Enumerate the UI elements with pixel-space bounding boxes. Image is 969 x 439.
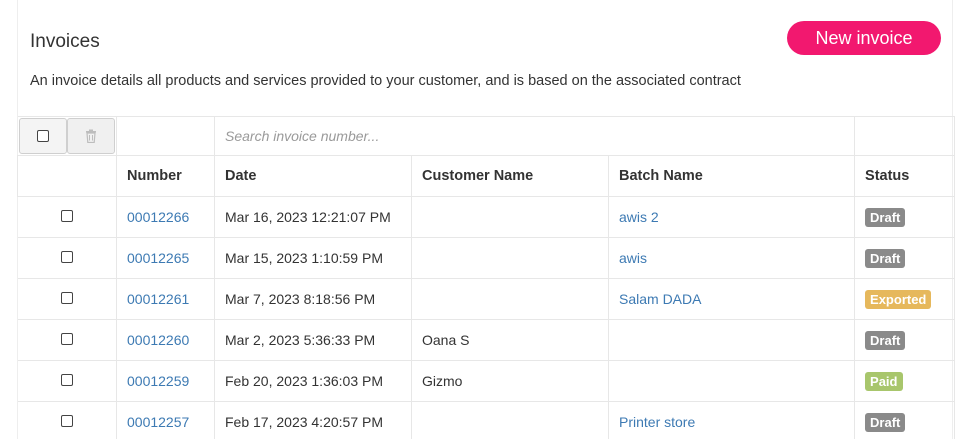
invoice-number-link[interactable]: 00012257: [127, 414, 189, 430]
page-description: An invoice details all products and serv…: [30, 73, 741, 89]
table-row[interactable]: 00012266 Mar 16, 2023 12:21:07 PM awis 2 Dr…: [17, 196, 956, 238]
batch-cell: awis: [607, 237, 856, 279]
status-cell: Paid: [854, 360, 956, 402]
table-row[interactable]: 00012257 Feb 17, 2023 4:20:57 PM Printer s…: [17, 401, 956, 439]
customer-cell: Gizmo: [411, 360, 609, 402]
row-checkbox[interactable]: [60, 292, 73, 304]
date-cell: Feb 17, 2023 4:20:57 PM: [214, 401, 412, 439]
date-cell: Feb 20, 2023 1:36:03 PM: [214, 360, 412, 402]
customer-cell: Oana S: [411, 319, 609, 361]
batch-cell: [607, 319, 856, 361]
header-number[interactable]: Number: [116, 155, 215, 197]
table-row[interactable]: 00012260 Mar 2, 2023 5:36:33 PM Oana S Draf…: [17, 319, 956, 361]
batch-cell: awis 2: [607, 196, 856, 238]
row-checkbox[interactable]: [60, 210, 73, 222]
date-cell: Mar 16, 2023 12:21:07 PM: [214, 196, 412, 238]
header-customer[interactable]: Customer Name: [411, 155, 609, 197]
page-title: Invoices: [30, 31, 100, 52]
customer-cell: [411, 196, 609, 238]
toolbar-end-cell: [854, 116, 956, 156]
bulk-actions-cell: [17, 116, 117, 156]
status-cell: Draft: [854, 401, 956, 439]
status-cell: Exported: [854, 278, 956, 320]
select-all-checkbox[interactable]: [36, 130, 49, 142]
row-select-cell: [17, 237, 117, 279]
row-checkbox[interactable]: [60, 333, 73, 345]
batch-cell: Printer store: [607, 401, 856, 439]
trash-icon: [85, 129, 96, 143]
customer-cell: [411, 278, 609, 320]
table-row[interactable]: 00012265 Mar 15, 2023 1:10:59 PM awis Draft: [17, 237, 956, 279]
invoice-number-link[interactable]: 00012265: [127, 250, 189, 266]
header-status[interactable]: Status: [854, 155, 956, 197]
status-badge: Draft: [865, 330, 906, 350]
select-all-button[interactable]: [18, 118, 67, 154]
invoice-number-link[interactable]: 00012260: [127, 332, 189, 348]
table-row[interactable]: 00012259 Feb 20, 2023 1:36:03 PM Gizmo Paid: [17, 360, 956, 402]
row-select-cell: [17, 278, 117, 320]
delete-button[interactable]: [66, 118, 115, 154]
header-select: [17, 155, 117, 197]
row-select-cell: [17, 401, 117, 439]
table-row[interactable]: 00012261 Mar 7, 2023 8:18:56 PM Salam DADA…: [17, 278, 956, 320]
batch-cell: [607, 360, 856, 402]
status-cell: Draft: [854, 237, 956, 279]
row-select-cell: [17, 360, 117, 402]
number-cell: 00012265: [116, 237, 215, 279]
invoices-table: Number Date Customer Name Batch Name Sta…: [17, 116, 956, 439]
row-select-cell: [17, 319, 117, 361]
date-cell: Mar 15, 2023 1:10:59 PM: [214, 237, 412, 279]
batch-name-link[interactable]: awis 2: [619, 209, 659, 225]
batch-name-link[interactable]: Salam DADA: [619, 291, 701, 307]
invoice-number-link[interactable]: 00012261: [127, 291, 189, 307]
row-checkbox[interactable]: [60, 251, 73, 263]
batch-name-link[interactable]: Printer store: [619, 414, 695, 430]
search-input[interactable]: [225, 128, 845, 144]
invoice-number-link[interactable]: 00012259: [127, 373, 189, 389]
number-cell: 00012266: [116, 196, 215, 238]
header-date[interactable]: Date: [214, 155, 412, 197]
status-badge: Draft: [865, 207, 906, 227]
status-badge: Paid: [865, 371, 903, 391]
status-cell: Draft: [854, 196, 956, 238]
status-cell: Draft: [854, 319, 956, 361]
header-batch[interactable]: Batch Name: [607, 155, 856, 197]
search-cell: [213, 116, 856, 156]
status-badge: Draft: [865, 412, 906, 432]
date-cell: Mar 2, 2023 5:36:33 PM: [214, 319, 412, 361]
row-checkbox[interactable]: [60, 415, 73, 427]
batch-cell: Salam DADA: [607, 278, 856, 320]
table-header: Number Date Customer Name Batch Name Sta…: [17, 155, 956, 197]
new-invoice-button[interactable]: New invoice: [787, 21, 941, 55]
row-checkbox[interactable]: [60, 374, 73, 386]
toolbar-spacer: [116, 116, 215, 156]
batch-name-link[interactable]: awis: [619, 250, 647, 266]
customer-cell: [411, 401, 609, 439]
status-badge: Exported: [865, 289, 932, 309]
number-cell: 00012260: [116, 319, 215, 361]
table-toolbar: [17, 116, 956, 156]
number-cell: 00012257: [116, 401, 215, 439]
number-cell: 00012259: [116, 360, 215, 402]
status-badge: Draft: [865, 248, 906, 268]
customer-cell: [411, 237, 609, 279]
row-select-cell: [17, 196, 117, 238]
number-cell: 00012261: [116, 278, 215, 320]
date-cell: Mar 7, 2023 8:18:56 PM: [214, 278, 412, 320]
invoice-number-link[interactable]: 00012266: [127, 209, 189, 225]
